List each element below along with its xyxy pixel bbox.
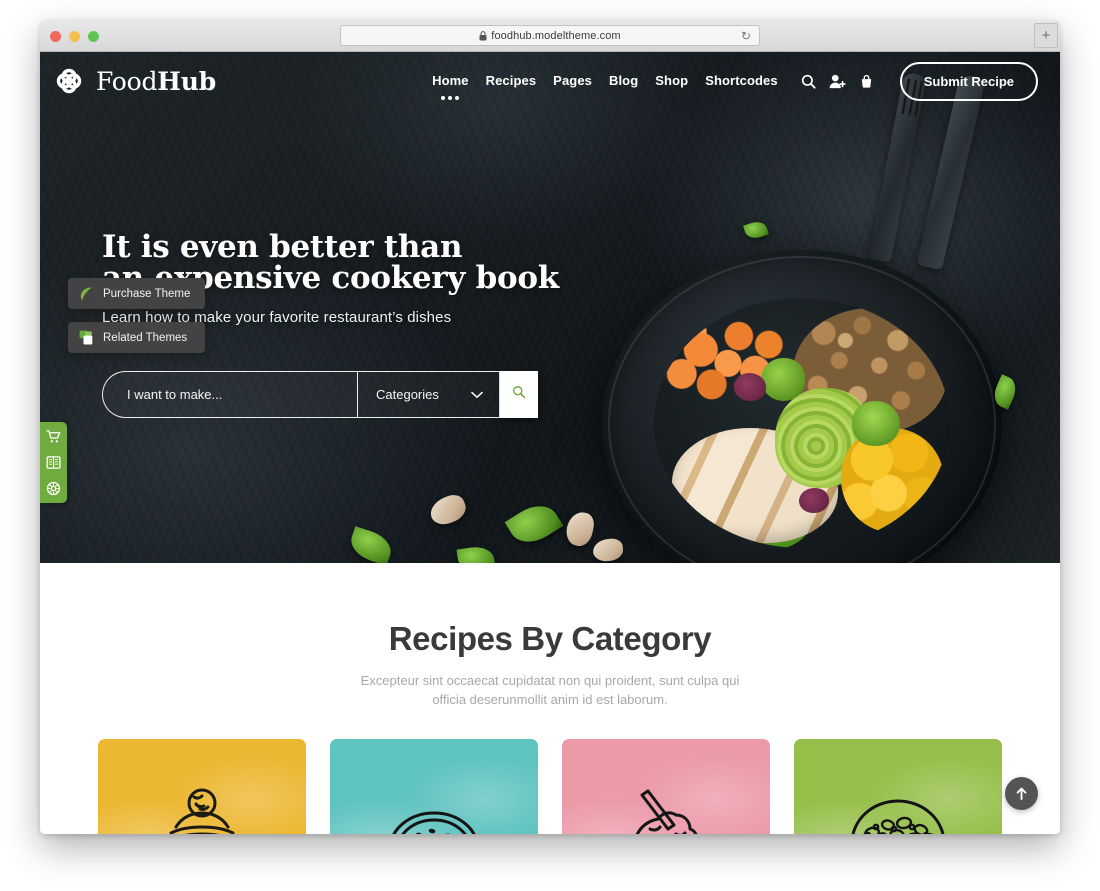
food-broccoli-2 xyxy=(852,400,900,446)
purchase-theme-label: Purchase Theme xyxy=(103,287,191,300)
website-viewport: FoodHub Home Recipes Pages Blog Shop Sho… xyxy=(40,52,1060,834)
recipe-search-input[interactable]: I want to make... xyxy=(102,371,357,418)
nav-item-pages[interactable]: Pages xyxy=(553,73,592,90)
address-bar[interactable]: foodhub.modeltheme.com ↻ xyxy=(340,25,760,46)
hero-title-line-1: It is even better than xyxy=(102,229,463,265)
site-header: FoodHub Home Recipes Pages Blog Shop Sho… xyxy=(40,52,1060,110)
nav-item-shop[interactable]: Shop xyxy=(655,73,688,90)
nav-item-blog[interactable]: Blog xyxy=(609,73,638,90)
address-bar-url: foodhub.modeltheme.com xyxy=(491,29,621,42)
new-tab-button[interactable]: + xyxy=(1034,23,1058,48)
browser-chrome-bar: foodhub.modeltheme.com ↻ + xyxy=(40,20,1060,52)
category-card-drinks[interactable] xyxy=(562,738,770,834)
hero-search-form: I want to make... Categories xyxy=(102,371,538,418)
logo-text-bold: Hub xyxy=(157,66,216,96)
cupcake-illustration-icon xyxy=(138,777,266,834)
nav-item-shortcodes[interactable]: Shortcodes xyxy=(705,73,778,90)
page-root: foodhub.modeltheme.com ↻ + FoodHub Home … xyxy=(0,0,1100,891)
active-page-indicator-dots xyxy=(441,95,460,100)
scroll-to-top-button[interactable] xyxy=(1005,777,1038,810)
related-themes-label: Related Themes xyxy=(103,331,188,344)
browser-window: foodhub.modeltheme.com ↻ + FoodHub Home … xyxy=(40,20,1060,834)
settings-wheel-icon[interactable] xyxy=(46,481,61,496)
recipes-by-category-section: Recipes By Category Excepteur sint occae… xyxy=(40,563,1060,834)
arrow-up-icon xyxy=(1016,787,1027,800)
submit-recipe-button[interactable]: Submit Recipe xyxy=(899,61,1038,101)
recipe-search-placeholder: I want to make... xyxy=(127,387,223,402)
food-broccoli-1 xyxy=(760,358,805,401)
zoom-window-button[interactable] xyxy=(88,31,99,42)
category-select-label: Categories xyxy=(376,387,439,402)
related-themes-button[interactable]: Related Themes xyxy=(68,322,206,353)
header-icon-group xyxy=(801,74,874,89)
food-radicchio-2 xyxy=(799,488,829,513)
reload-icon[interactable]: ↻ xyxy=(741,30,751,43)
food-radicchio-1 xyxy=(733,373,767,401)
nav-links: Home Recipes Pages Blog Shop Shortcodes xyxy=(432,72,778,100)
bread-illustration-icon xyxy=(370,777,498,834)
nav-item-recipes[interactable]: Recipes xyxy=(486,73,537,90)
nav-item-home[interactable]: Home xyxy=(432,72,469,100)
category-card-salad[interactable] xyxy=(794,738,1002,834)
food-mango xyxy=(840,428,945,533)
bowl-contents xyxy=(654,298,950,548)
recipe-book-icon[interactable] xyxy=(46,455,61,470)
search-icon xyxy=(512,385,526,404)
theme-promo-badges: Purchase Theme Related Themes xyxy=(68,278,206,353)
envato-leaf-icon xyxy=(79,286,94,301)
category-card-dessert[interactable] xyxy=(98,738,306,834)
milkshake-illustration-icon xyxy=(602,777,730,834)
lock-icon xyxy=(479,28,487,46)
site-logo[interactable]: FoodHub xyxy=(52,64,216,98)
page-title: Recipes By Category xyxy=(388,620,712,657)
cart-icon[interactable] xyxy=(46,429,61,444)
category-select[interactable]: Categories xyxy=(357,371,500,418)
window-traffic-lights xyxy=(50,31,99,42)
category-card-grid xyxy=(40,738,1060,834)
cart-icon[interactable] xyxy=(859,74,874,89)
site-logo-text: FoodHub xyxy=(96,67,216,96)
primary-navigation: Home Recipes Pages Blog Shop Shortcodes xyxy=(432,61,1038,101)
chevron-down-icon xyxy=(471,386,483,404)
category-card-bakery[interactable] xyxy=(330,738,538,834)
search-submit-button[interactable] xyxy=(500,371,538,418)
purchase-theme-button[interactable]: Purchase Theme xyxy=(68,278,206,309)
knot-logo-icon xyxy=(52,64,86,98)
nav-item-home-label: Home xyxy=(432,72,469,88)
hero-food-bowl-image xyxy=(602,250,1002,563)
search-icon[interactable] xyxy=(801,74,816,89)
side-dock xyxy=(40,422,67,503)
logo-text-light: Food xyxy=(96,66,158,96)
section-subtitle: Excepteur sint occaecat cupidatat non qu… xyxy=(360,673,740,707)
salad-illustration-icon xyxy=(834,777,962,834)
related-themes-icon xyxy=(79,330,94,345)
minimize-window-button[interactable] xyxy=(69,31,80,42)
user-add-icon[interactable] xyxy=(829,74,846,89)
close-window-button[interactable] xyxy=(50,31,61,42)
